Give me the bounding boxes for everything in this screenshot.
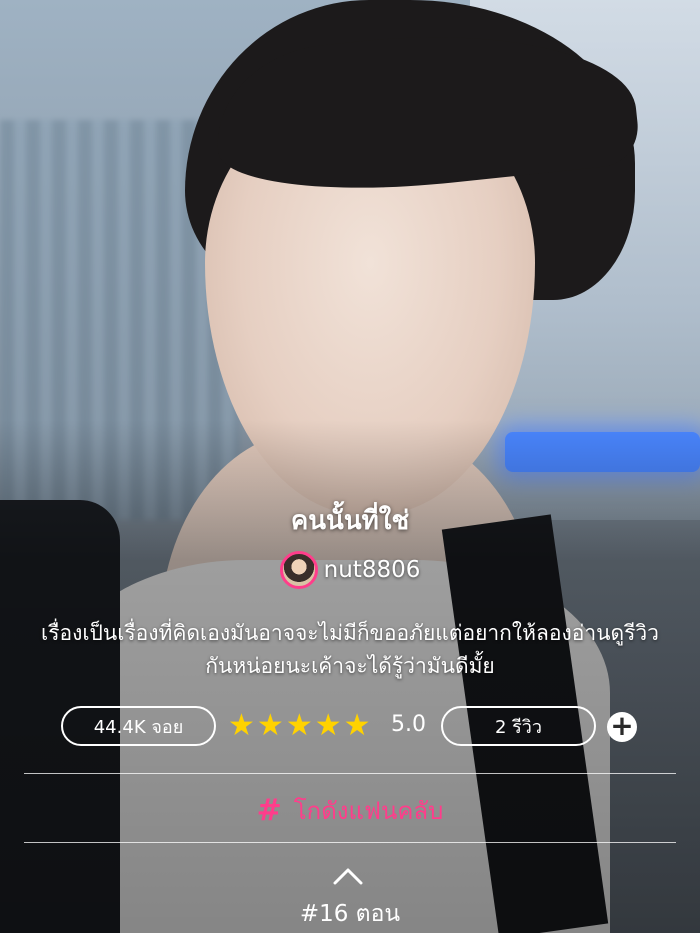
story-description: เรื่องเป็นเรื่องที่คิดเองมันอาจจะไม่มีก็…: [41, 621, 659, 678]
star-icon: ★: [228, 708, 255, 743]
fanclub-button[interactable]: # โกดังแฟนคลับ: [0, 788, 700, 832]
hashtag-icon: #: [256, 792, 282, 828]
reviews-pill[interactable]: 2 รีวิว: [441, 706, 596, 746]
star-icon: ★: [314, 708, 342, 743]
author-row[interactable]: nut8806: [0, 551, 700, 589]
star-icon: ★: [285, 708, 313, 743]
rating-stars: ★ ★ ★ ★ ★: [228, 709, 371, 743]
episode-count[interactable]: #16 ตอน: [0, 896, 700, 932]
views-pill[interactable]: 44.4K จอย: [61, 706, 216, 746]
star-icon: ★: [343, 708, 371, 743]
stats-row: 44.4K จอย ★ ★ ★ ★ ★ 5.0 2 รีวิว +: [0, 706, 700, 748]
author-name[interactable]: nut8806: [324, 557, 421, 583]
chevron-up-icon[interactable]: [333, 866, 363, 886]
divider-bottom: [24, 842, 676, 843]
plus-circle-icon[interactable]: +: [607, 712, 637, 742]
divider-top: [24, 773, 676, 774]
author-avatar[interactable]: [279, 551, 318, 589]
story-title: คนนั้นที่ใช่: [290, 506, 410, 536]
star-icon: ★: [256, 708, 284, 743]
rating-value: 5.0: [391, 712, 426, 737]
fanclub-label: โกดังแฟนคลับ: [293, 796, 444, 825]
